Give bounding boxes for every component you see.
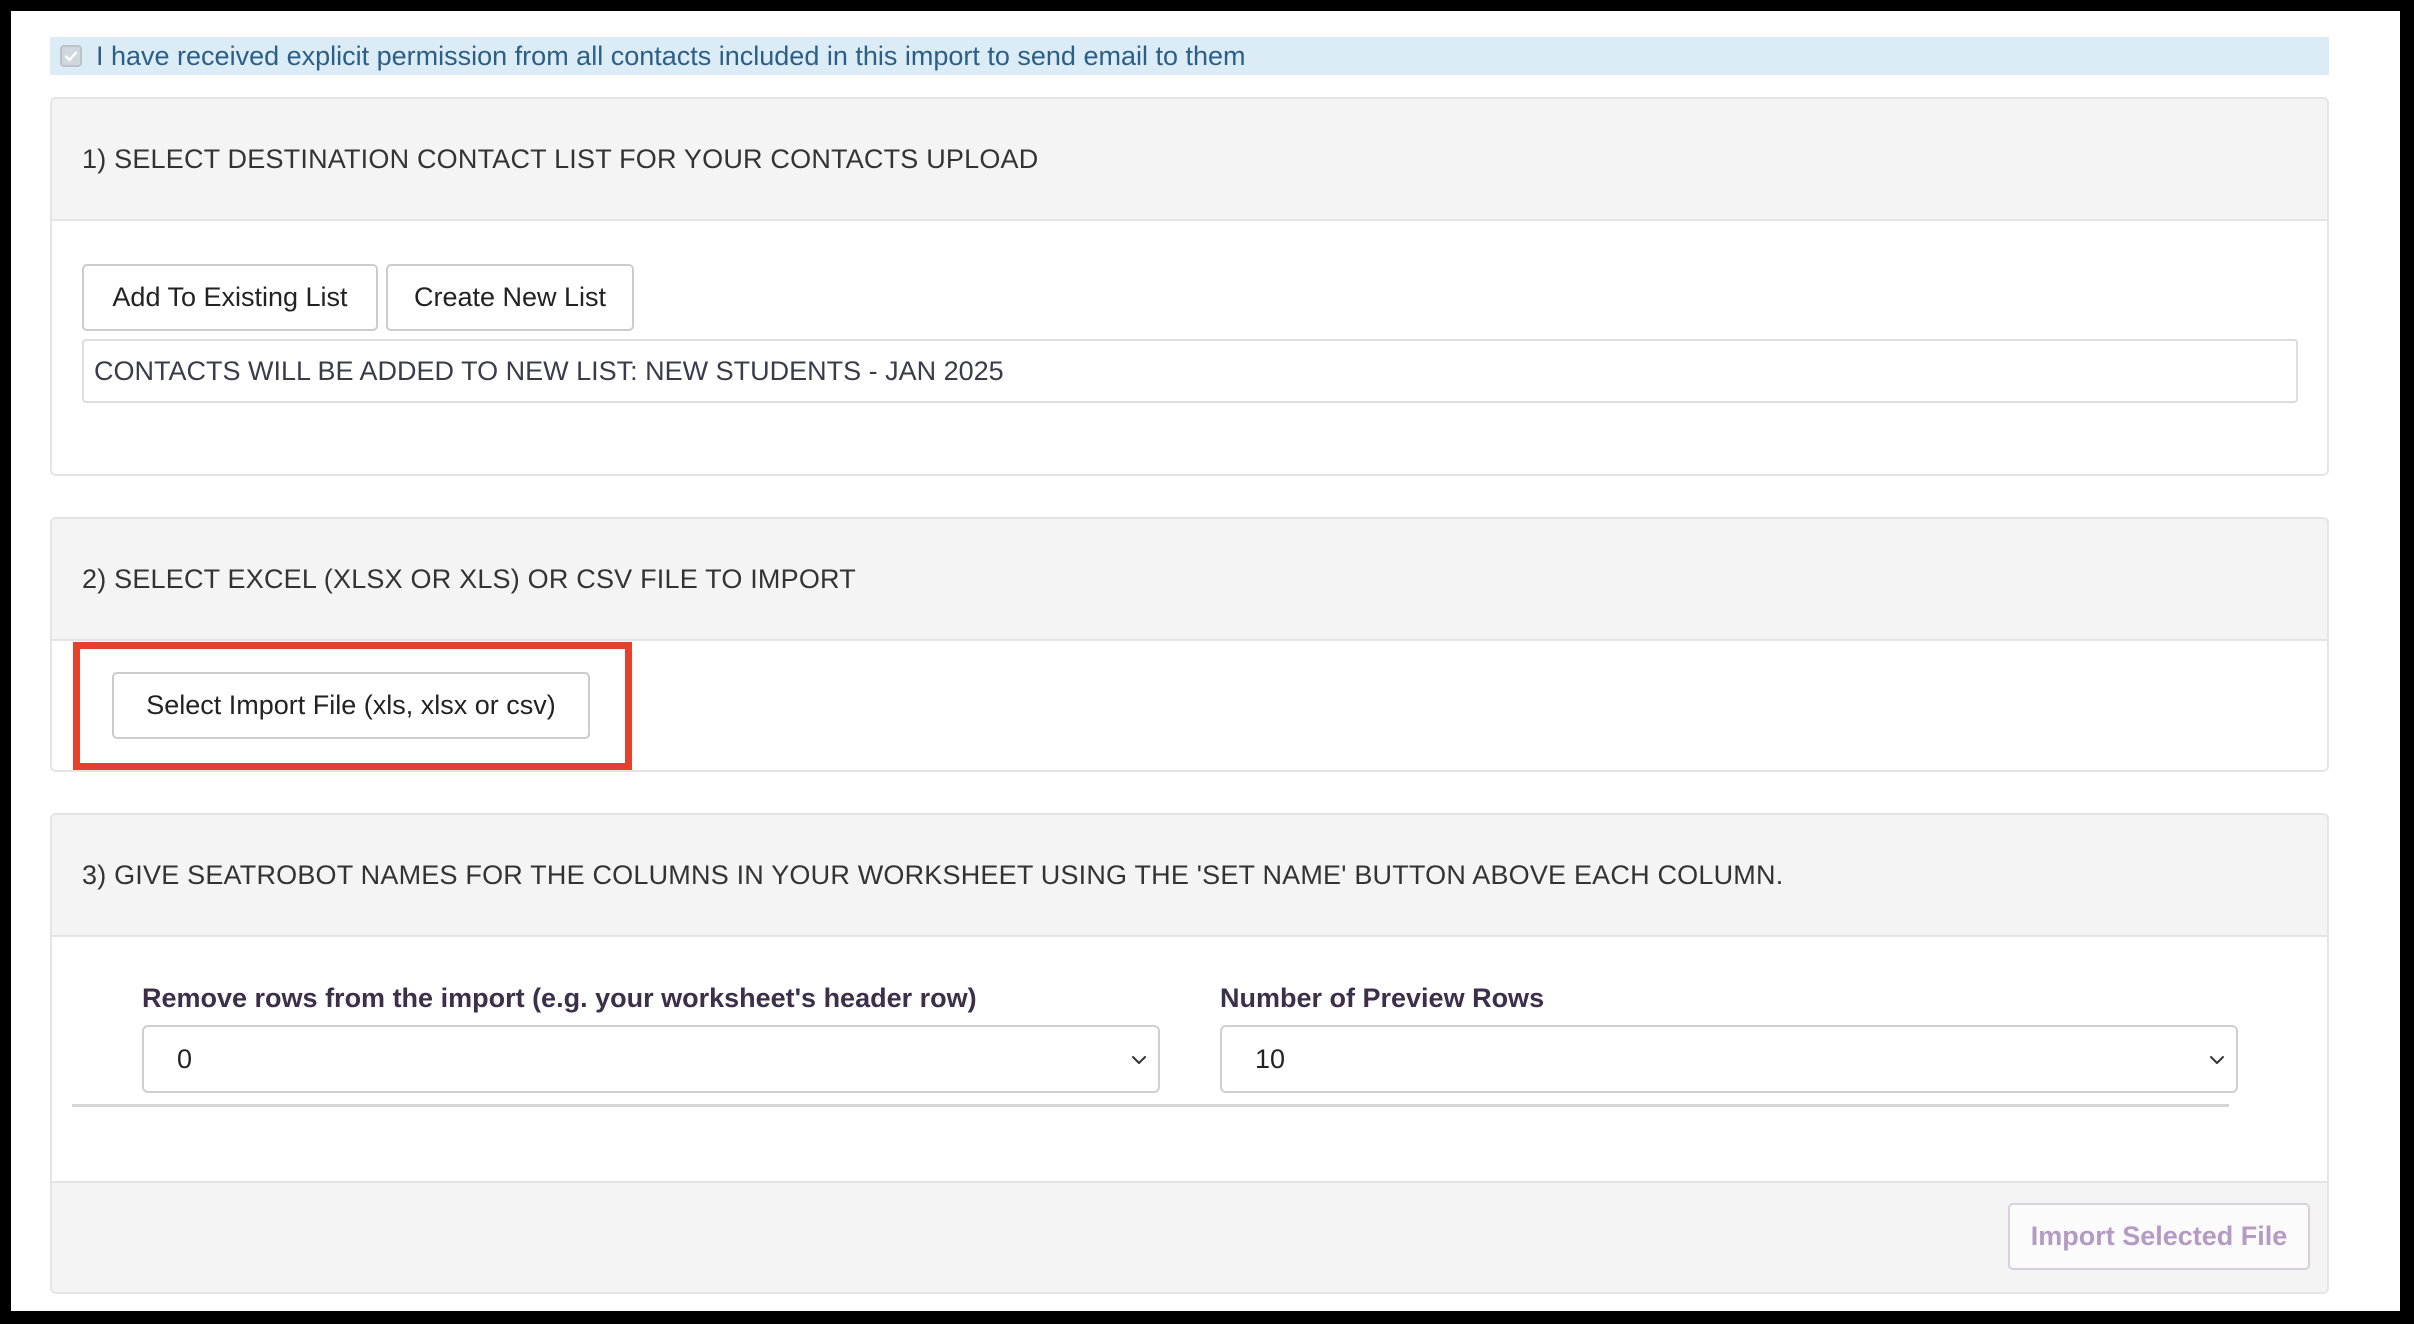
step2-panel: 2) SELECT EXCEL (XLSX OR XLS) OR CSV FIL… (50, 517, 2329, 772)
consent-label: I have received explicit permission from… (96, 40, 1246, 71)
preview-rows-value: 10 (1255, 1043, 1286, 1074)
remove-rows-value: 0 (177, 1043, 193, 1074)
step3-panel: 3) GIVE SEATROBOT NAMES FOR THE COLUMNS … (50, 813, 2329, 1294)
step1-panel: 1) SELECT DESTINATION CONTACT LIST FOR Y… (50, 97, 2329, 476)
chevron-down-icon (2210, 1056, 2224, 1064)
consent-checkbox[interactable] (60, 45, 82, 67)
step3-footer: Import Selected File (52, 1181, 2327, 1292)
step2-title: 2) SELECT EXCEL (XLSX OR XLS) OR CSV FIL… (52, 519, 2327, 641)
step3-title: 3) GIVE SEATROBOT NAMES FOR THE COLUMNS … (52, 815, 2327, 937)
create-new-list-button[interactable]: Create New List (386, 264, 634, 331)
destination-list-status: CONTACTS WILL BE ADDED TO NEW LIST: NEW … (82, 339, 2298, 403)
remove-rows-label: Remove rows from the import (e.g. your w… (142, 983, 977, 1013)
check-icon (64, 51, 78, 62)
preview-rows-select[interactable]: 10 (1220, 1025, 2238, 1093)
add-to-existing-list-button[interactable]: Add To Existing List (82, 264, 378, 331)
preview-rows-label: Number of Preview Rows (1220, 983, 1545, 1013)
section-divider (72, 1104, 2229, 1107)
import-selected-file-button[interactable]: Import Selected File (2008, 1203, 2310, 1270)
chevron-down-icon (1132, 1056, 1146, 1064)
import-contacts-page: I have received explicit permission from… (11, 11, 2400, 1311)
select-import-file-button[interactable]: Select Import File (xls, xlsx or csv) (112, 672, 590, 739)
step1-title: 1) SELECT DESTINATION CONTACT LIST FOR Y… (52, 99, 2327, 221)
consent-row[interactable]: I have received explicit permission from… (50, 37, 2329, 75)
remove-rows-select[interactable]: 0 (142, 1025, 1160, 1093)
